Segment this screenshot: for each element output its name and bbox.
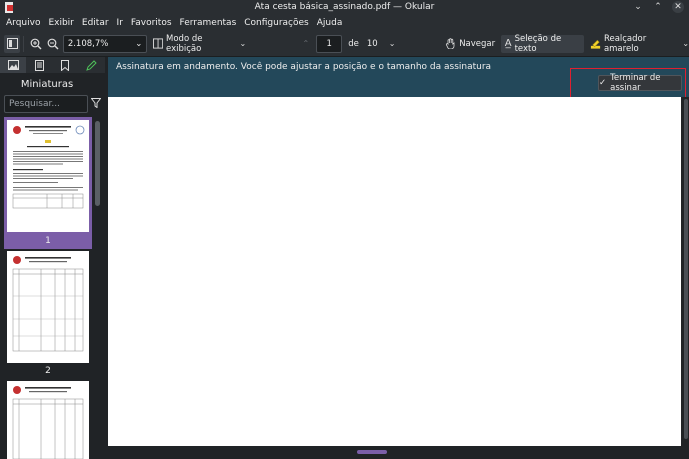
menu-editar[interactable]: Editar	[78, 18, 113, 28]
zoom-value: 2.108,7%	[67, 38, 109, 49]
menu-configuracoes[interactable]: Configurações	[240, 18, 312, 28]
filter-icon[interactable]	[91, 98, 101, 108]
menu-arquivo[interactable]: Arquivo	[2, 18, 44, 28]
current-page-input[interactable]: 1	[316, 34, 343, 53]
tab-document[interactable]	[26, 57, 52, 73]
chevron-down-icon: ⌄	[682, 39, 689, 48]
page-preview	[12, 256, 84, 352]
highlighter-icon	[590, 39, 601, 49]
chevron-down-icon: ⌄	[388, 39, 396, 48]
menu-ferramentas[interactable]: Ferramentas	[176, 18, 241, 28]
scrollbar-handle[interactable]	[684, 99, 688, 439]
thumbnail-image	[7, 381, 89, 459]
minimize-icon[interactable]: ⌃	[652, 1, 664, 13]
tab-annotations[interactable]	[78, 57, 104, 73]
menu-exibir[interactable]: Exibir	[44, 18, 77, 28]
window-controls: ⌄ ⌃ ✕	[632, 1, 684, 13]
main-toolbar: 2.108,7% ⌄ Modo de exibição ⌄ ⌃ 1 de 10 …	[0, 31, 689, 57]
view-mode-label: Modo de exibição	[166, 33, 203, 54]
title-bar: Ata cesta básica_assinado.pdf — Okular ⌄…	[0, 0, 689, 14]
document-view[interactable]	[103, 97, 689, 459]
search-input[interactable]: Pesquisar...	[4, 95, 88, 113]
close-icon[interactable]: ✕	[672, 1, 684, 13]
chevron-down-icon: ⌄	[135, 38, 143, 49]
browse-tool-button[interactable]: Navegar	[445, 35, 495, 53]
thumbnail-label: 1	[45, 236, 51, 246]
toolbar-separator	[23, 35, 25, 52]
signing-message: Assinatura em andamento. Você pode ajust…	[116, 62, 492, 72]
text-select-tool-button[interactable]: A̲ Seleção de texto	[500, 33, 585, 54]
panel-title: Miniaturas	[20, 79, 74, 90]
view-mode-icon	[152, 38, 164, 49]
chevron-down-icon: ⌄	[239, 39, 247, 48]
highlight-annotation	[570, 68, 686, 99]
zoom-out-icon	[47, 38, 59, 49]
image-icon	[7, 60, 19, 70]
tab-bookmarks[interactable]	[52, 57, 78, 73]
current-page-value: 1	[326, 38, 332, 49]
previous-page-button[interactable]: ⌃	[297, 35, 314, 53]
okular-app-icon	[5, 2, 13, 13]
highlighter-tool-button[interactable]: Realçador amarelo ⌄	[590, 33, 689, 54]
menu-bar: Arquivo Exibir Editar Ir Favoritos Ferra…	[0, 14, 689, 31]
menu-ir[interactable]: Ir	[113, 18, 127, 28]
total-pages: 10	[366, 38, 378, 49]
text-cursor-icon: A̲	[504, 38, 512, 49]
highlighter-label: Realçador amarelo	[603, 33, 647, 54]
zoom-in-icon	[30, 38, 42, 49]
browse-label: Navegar	[459, 38, 496, 49]
page-preview	[12, 386, 84, 459]
thumbnail-image	[7, 120, 89, 232]
sidebar-icon	[6, 38, 18, 49]
toggle-sidebar-button[interactable]	[3, 34, 21, 53]
text-select-label: Seleção de texto	[514, 33, 562, 54]
document-icon	[34, 59, 44, 71]
sidebar-tab-bar	[0, 57, 105, 73]
menu-ajuda[interactable]: Ajuda	[313, 18, 347, 28]
next-page-button[interactable]: ⌄	[384, 35, 401, 53]
view-mode-button[interactable]: Modo de exibição ⌄	[152, 33, 247, 54]
thumbnail-image	[7, 251, 89, 363]
zoom-in-button[interactable]	[27, 35, 44, 53]
thumbnails-panel: Miniaturas Pesquisar... 1 2	[0, 73, 103, 459]
thumbnails-scrollbar[interactable]	[95, 121, 100, 457]
document-scrollbar[interactable]	[684, 99, 688, 439]
scrollbar-handle[interactable]	[95, 121, 100, 206]
thumbnail-page-3[interactable]	[4, 381, 92, 459]
page-preview	[12, 125, 85, 209]
thumbnail-page-1[interactable]: 1	[4, 117, 92, 249]
zoom-select[interactable]: 2.108,7% ⌄	[62, 34, 148, 53]
document-page[interactable]	[108, 97, 681, 446]
thumbnail-page-2[interactable]: 2	[4, 251, 92, 379]
hand-icon	[446, 38, 455, 49]
thumbnail-label: 2	[45, 366, 51, 376]
window-title: Ata cesta básica_assinado.pdf — Okular	[254, 2, 435, 12]
bookmark-icon	[61, 59, 69, 71]
zoom-out-button[interactable]	[44, 35, 61, 53]
horizontal-scrollbar-handle[interactable]	[357, 450, 387, 454]
menu-favoritos[interactable]: Favoritos	[127, 18, 176, 28]
tab-thumbnails[interactable]	[0, 57, 26, 73]
page-of-label: de	[348, 38, 359, 49]
chevron-down-icon[interactable]: ⌄	[632, 1, 644, 13]
chevron-up-icon: ⌃	[302, 39, 310, 48]
pen-icon	[85, 59, 97, 71]
